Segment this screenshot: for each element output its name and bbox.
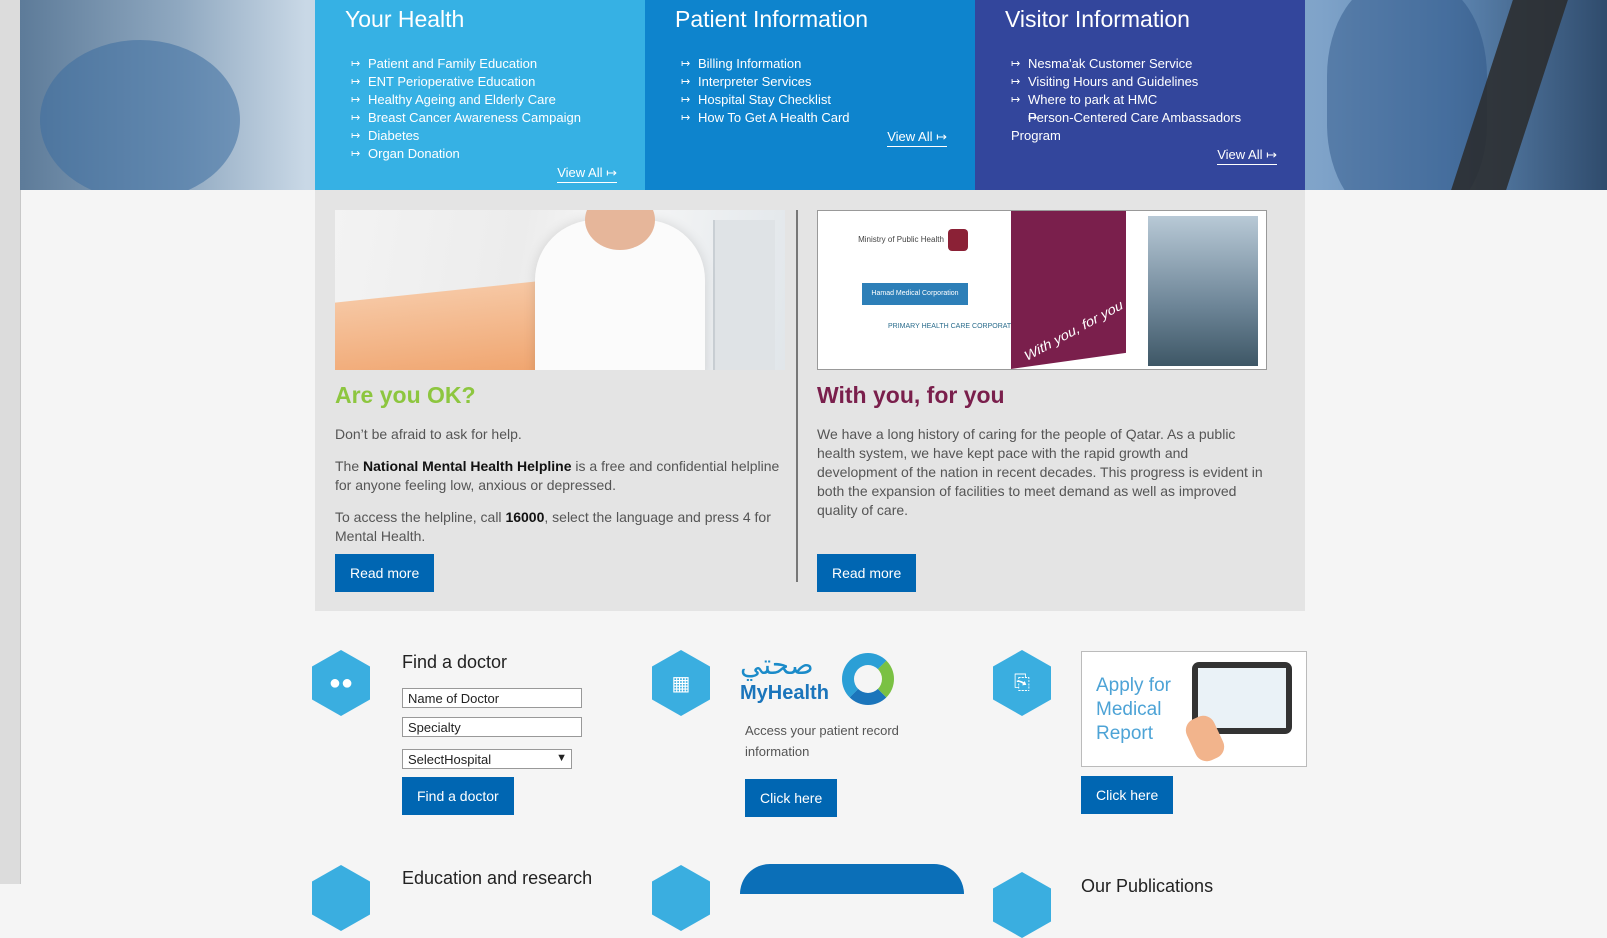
arrow-right-icon: ↦ bbox=[1028, 112, 1038, 124]
arrow-right-icon: ↦ bbox=[681, 112, 691, 124]
list-item[interactable]: ↦ Where to park at HMC bbox=[1011, 91, 1277, 109]
visitor-information-view-all-link[interactable]: View All ↦ bbox=[1217, 147, 1277, 165]
myhealth-click-here-button[interactable]: Click here bbox=[745, 779, 838, 817]
are-you-ok-heading: Are you OK? bbox=[335, 382, 476, 408]
list-item[interactable]: ↦ Nesma'ak Customer Service bbox=[1011, 55, 1277, 73]
slogan-panel: With you, for you bbox=[1011, 211, 1126, 369]
with-you-for-you-banner-image: Ministry of Public Health Hamad Medical … bbox=[817, 210, 1267, 370]
doctor-name-input[interactable]: Name of Doctor bbox=[402, 688, 582, 708]
monitor-icon: ▦ bbox=[652, 650, 710, 716]
clipboard-icon: ⎘ bbox=[993, 650, 1051, 716]
people-icon: ●● bbox=[312, 650, 370, 716]
myhealth-arabic-logo: صحتي bbox=[740, 648, 814, 681]
left-scrollbar-gutter bbox=[0, 0, 21, 884]
publications-hex-icon bbox=[993, 872, 1051, 938]
find-doctor-title: Find a doctor bbox=[402, 652, 508, 672]
apply-medical-report-banner[interactable]: Apply for Medical Report bbox=[1081, 651, 1307, 767]
list-item[interactable]: ↦ ENT Perioperative Education bbox=[351, 73, 617, 91]
your-health-title: Your Health bbox=[345, 6, 465, 32]
patient-information-list: ↦ Billing Information ↦ Interpreter Servic… bbox=[675, 55, 947, 127]
arrow-right-icon: ↦ bbox=[681, 94, 691, 106]
list-item[interactable]: ↦ Person-Centered Care Ambassadors Progra… bbox=[1011, 109, 1277, 145]
apply-medical-report-text: Apply for Medical Report bbox=[1096, 675, 1171, 744]
arrow-right-icon: ↦ bbox=[351, 130, 361, 142]
feature-section: Are you OK? Don’t be afraid to ask for h… bbox=[315, 190, 1305, 611]
arrow-right-icon: ↦ bbox=[1011, 76, 1021, 88]
arrow-right-icon: ↦ bbox=[351, 94, 361, 106]
patient-information-title: Patient Information bbox=[675, 6, 869, 32]
your-health-view-all-link[interactable]: View All ↦ bbox=[557, 165, 617, 183]
doctor-phone-image bbox=[335, 210, 785, 370]
your-health-panel: Your Health ↦ Patient and Family Educatio… bbox=[315, 0, 645, 190]
find-doctor-button[interactable]: Find a doctor bbox=[402, 777, 514, 815]
myhealth-ring-icon bbox=[842, 653, 894, 705]
list-item[interactable]: ↦ Patient and Family Education bbox=[351, 55, 617, 73]
arrow-right-icon: ↦ bbox=[351, 76, 361, 88]
publications-title: Our Publications bbox=[1081, 876, 1214, 896]
myhealth-description: Access your patient record information bbox=[745, 723, 899, 759]
arrow-right-icon: ↦ bbox=[351, 148, 361, 160]
are-you-ok-p2: The National Mental Health Helpline is a… bbox=[335, 458, 780, 493]
are-you-ok-p1: Don’t be afraid to ask for help. bbox=[335, 426, 522, 442]
primary-health-care-logo: PRIMARY HEALTH CARE CORPORATION bbox=[888, 323, 1024, 330]
list-item[interactable]: ↦ Hospital Stay Checklist bbox=[681, 91, 947, 109]
hospital-select[interactable]: SelectHospital ▼ bbox=[402, 749, 572, 769]
specialty-input[interactable]: Specialty bbox=[402, 717, 582, 737]
arrow-right-icon: ↦ bbox=[351, 112, 361, 124]
chevron-down-icon: ▼ bbox=[556, 752, 567, 764]
list-item[interactable]: ↦ Healthy Ageing and Elderly Care bbox=[351, 91, 617, 109]
medical-report-click-here-button[interactable]: Click here bbox=[1081, 776, 1174, 814]
visitor-information-title: Visitor Information bbox=[1005, 6, 1190, 32]
list-item[interactable]: ↦ How To Get A Health Card bbox=[681, 109, 947, 127]
hex-icon bbox=[652, 865, 710, 931]
shelf-shape bbox=[713, 220, 775, 370]
visitor-information-list: ↦ Nesma'ak Customer Service ↦ Visiting Hou… bbox=[1005, 55, 1277, 145]
patient-information-panel: Patient Information ↦ Billing Information… bbox=[645, 0, 975, 190]
blue-banner-partial bbox=[740, 864, 964, 894]
with-you-read-more-button[interactable]: Read more bbox=[817, 554, 917, 592]
education-hex-icon bbox=[312, 865, 370, 931]
with-you-column: Ministry of Public Health Hamad Medical … bbox=[817, 210, 1267, 533]
list-item[interactable]: ↦ Diabetes bbox=[351, 127, 617, 145]
are-you-ok-read-more-button[interactable]: Read more bbox=[335, 554, 435, 592]
list-item[interactable]: ↦ Organ Donation bbox=[351, 145, 617, 163]
list-item[interactable]: ↦ Billing Information bbox=[681, 55, 947, 73]
with-you-heading: With you, for you bbox=[817, 382, 1005, 408]
with-you-body: We have a long history of caring for the… bbox=[817, 426, 1263, 518]
education-research-title: Education and research bbox=[402, 868, 593, 888]
list-item[interactable]: ↦ Visiting Hours and Guidelines bbox=[1011, 73, 1277, 91]
ministry-of-public-health-logo: Ministry of Public Health bbox=[858, 229, 968, 251]
hamad-medical-corporation-logo: Hamad Medical Corporation bbox=[862, 283, 968, 305]
myhealth-logo: MyHealth bbox=[740, 682, 829, 704]
arrow-right-icon: ↦ bbox=[1011, 58, 1021, 70]
arrow-right-icon: ↦ bbox=[681, 76, 691, 88]
arrow-right-icon: ↦ bbox=[681, 58, 691, 70]
patient-information-view-all-link[interactable]: View All ↦ bbox=[887, 129, 947, 147]
emblem-icon bbox=[947, 229, 968, 251]
list-item[interactable]: ↦ Breast Cancer Awareness Campaign bbox=[351, 109, 617, 127]
visitor-information-panel: Visitor Information ↦ Nesma'ak Customer S… bbox=[975, 0, 1305, 190]
are-you-ok-p3: To access the helpline, call 16000, sele… bbox=[335, 509, 771, 544]
are-you-ok-column: Are you OK? Don’t be afraid to ask for h… bbox=[335, 210, 785, 559]
list-item[interactable]: ↦ Interpreter Services bbox=[681, 73, 947, 91]
column-divider bbox=[796, 210, 798, 582]
arrow-right-icon: ↦ bbox=[351, 58, 361, 70]
city-photo bbox=[1148, 216, 1258, 366]
slogan-text: With you, for you bbox=[1021, 296, 1126, 364]
arrow-right-icon: ↦ bbox=[1011, 94, 1021, 106]
your-health-list: ↦ Patient and Family Education ↦ ENT Perio… bbox=[345, 55, 617, 163]
hero-bg-shape-left bbox=[40, 40, 240, 190]
